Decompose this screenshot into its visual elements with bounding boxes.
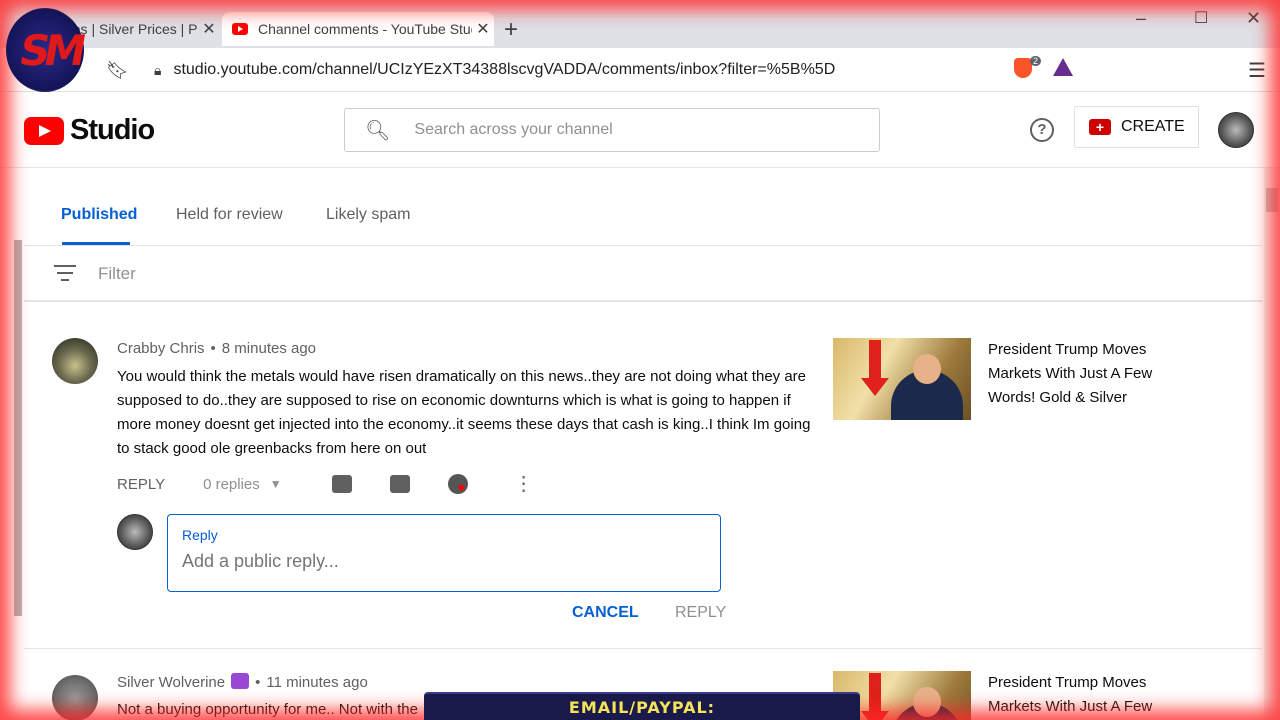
youtube-favicon-icon bbox=[232, 23, 248, 35]
more-options-icon[interactable]: ⋮ bbox=[514, 474, 534, 494]
comment-time[interactable]: 11 minutes ago bbox=[266, 674, 367, 691]
comment-author[interactable]: Silver Wolverine bbox=[117, 674, 225, 691]
video-thumbnail[interactable] bbox=[833, 338, 971, 420]
member-badge-icon bbox=[231, 673, 250, 689]
create-video-icon: + bbox=[1089, 119, 1111, 135]
creator-heart-icon[interactable] bbox=[447, 474, 468, 495]
commenter-avatar[interactable] bbox=[52, 338, 98, 384]
comment-tabs: Published Held for review Likely spam bbox=[24, 168, 1262, 246]
comment-meta: Crabby Chris • 8 minutes ago bbox=[117, 340, 316, 357]
scrollbar-thumb[interactable] bbox=[1266, 188, 1278, 212]
create-label: CREATE bbox=[1121, 118, 1185, 135]
thumbs-down-icon[interactable] bbox=[389, 475, 410, 493]
new-tab-icon[interactable]: + bbox=[504, 16, 518, 44]
comment-author[interactable]: Crabby Chris bbox=[117, 340, 205, 357]
arrow-head-graphic bbox=[861, 711, 889, 720]
logo-text: Studio bbox=[70, 114, 155, 146]
comment-text: You would think the metals would have ri… bbox=[117, 368, 811, 457]
browser-menu-icon[interactable]: ☰ bbox=[1248, 58, 1266, 83]
youtube-logo-icon bbox=[24, 116, 64, 145]
video-title[interactable]: President Trump Moves Markets With Just … bbox=[988, 338, 1168, 410]
reply-button[interactable]: REPLY bbox=[117, 476, 165, 493]
close-tab-icon[interactable]: ✕ bbox=[198, 19, 220, 39]
meta-separator: • bbox=[210, 340, 216, 357]
help-icon[interactable]: ? bbox=[1030, 118, 1054, 142]
tab-published[interactable]: Published bbox=[61, 206, 137, 224]
cancel-button[interactable]: CANCEL bbox=[572, 604, 639, 622]
search-input[interactable]: Search across your channel bbox=[414, 121, 612, 139]
brave-rewards-icon[interactable] bbox=[1053, 58, 1073, 76]
tab-held-for-review[interactable]: Held for review bbox=[176, 206, 283, 224]
account-avatar[interactable] bbox=[1218, 112, 1254, 148]
face-graphic bbox=[913, 687, 941, 717]
comment-divider bbox=[24, 648, 1262, 649]
tab-likely-spam[interactable]: Likely spam bbox=[326, 206, 410, 224]
reply-box-label: Reply bbox=[182, 527, 218, 543]
minimize-icon[interactable]: – bbox=[1136, 8, 1146, 29]
channel-search-box[interactable]: 🔍︎ Search across your channel bbox=[344, 108, 880, 152]
replies-count[interactable]: 0 replies bbox=[203, 476, 260, 493]
tab-title: Channel comments - YouTube Stud bbox=[258, 21, 472, 37]
close-tab-icon[interactable]: ✕ bbox=[472, 19, 494, 39]
comment-actions: REPLY 0 replies ▼ ⋮ bbox=[117, 474, 534, 495]
reply-submit-button[interactable]: REPLY bbox=[675, 604, 726, 622]
meta-separator: • bbox=[255, 674, 261, 691]
url-text: studio.youtube.com/channel/UCIzYEzXT3438… bbox=[173, 61, 836, 78]
reply-input[interactable] bbox=[182, 551, 702, 572]
thumbs-up-icon[interactable] bbox=[331, 475, 352, 493]
filter-bar[interactable]: Filter bbox=[24, 246, 1262, 302]
left-scrollbar[interactable] bbox=[14, 240, 22, 616]
studio-header: Studio 🔍︎ Search across your channel ? +… bbox=[0, 92, 1280, 168]
url-bar[interactable]: 🔒︎ studio.youtube.com/channel/UCIzYEzXT3… bbox=[140, 54, 1084, 86]
filter-icon[interactable] bbox=[54, 265, 76, 286]
reply-box[interactable]: Reply bbox=[167, 514, 721, 592]
search-icon: 🔍︎ bbox=[365, 119, 391, 142]
chevron-down-icon[interactable]: ▼ bbox=[270, 477, 282, 491]
video-title[interactable]: President Trump Moves Markets With Just … bbox=[988, 671, 1168, 719]
channel-logo-text: SM bbox=[15, 26, 85, 75]
face-graphic bbox=[913, 354, 941, 384]
maximize-icon[interactable]: ☐ bbox=[1194, 8, 1208, 28]
lock-icon[interactable]: 🔒︎ bbox=[154, 62, 161, 79]
close-window-icon[interactable]: ✕ bbox=[1246, 8, 1261, 29]
comments-panel: Published Held for review Likely spam Fi… bbox=[24, 168, 1262, 720]
email-banner: EMAIL/PAYPAL: SALIVATEMETAL@GMAIL.COM bbox=[424, 692, 860, 720]
comment-time[interactable]: 8 minutes ago bbox=[222, 340, 316, 357]
bookmark-icon[interactable]: 🔖︎ bbox=[106, 60, 129, 81]
reply-avatar bbox=[117, 514, 153, 550]
commenter-avatar[interactable] bbox=[52, 675, 98, 720]
arrow-head-graphic bbox=[861, 378, 889, 396]
comment-meta: Silver Wolverine • 11 minutes ago bbox=[117, 673, 368, 691]
browser-tab-channel-comments[interactable]: Channel comments - YouTube Stud ✕ bbox=[222, 12, 494, 46]
shields-count-badge: 2 bbox=[1030, 56, 1042, 66]
studio-logo[interactable]: Studio bbox=[24, 114, 155, 147]
active-tab-indicator bbox=[62, 242, 130, 245]
page-scrollbar[interactable] bbox=[1264, 168, 1280, 720]
create-button[interactable]: + CREATE bbox=[1074, 106, 1199, 148]
address-bar-row: 🔖︎ 🔒︎ studio.youtube.com/channel/UCIzYEz… bbox=[0, 48, 1280, 92]
channel-logo-badge: SM bbox=[6, 8, 84, 92]
filter-input[interactable]: Filter bbox=[98, 264, 136, 284]
